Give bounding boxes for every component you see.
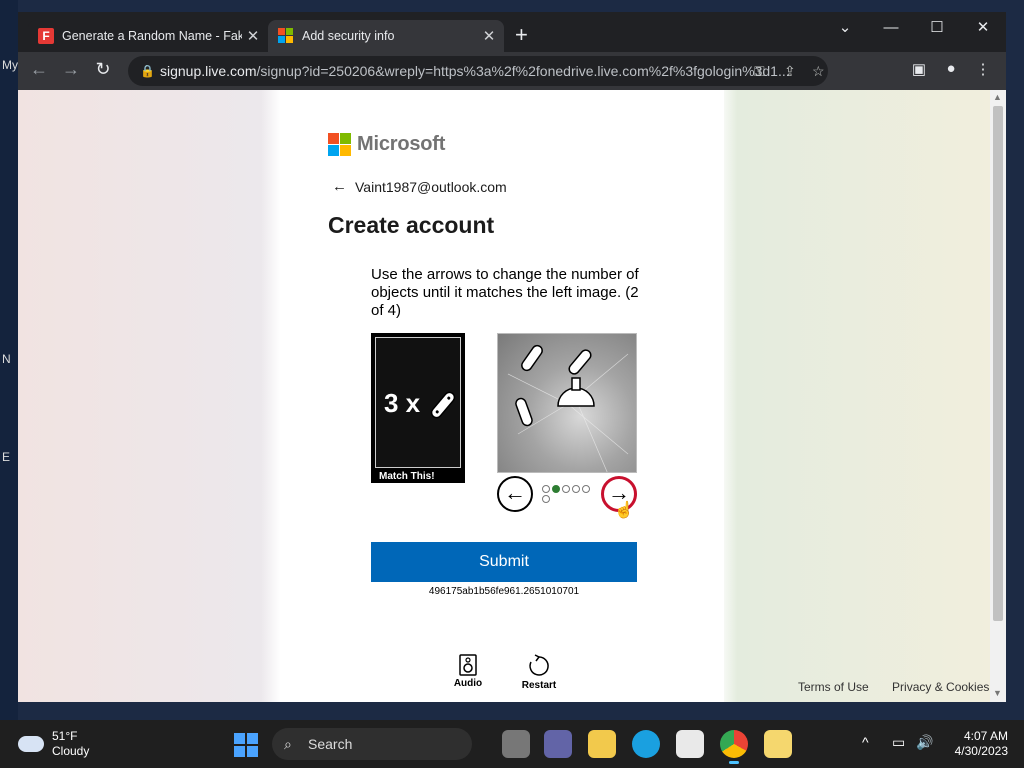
close-window-button[interactable]: ✕ [960, 16, 1006, 40]
weather-desc: Cloudy [52, 744, 90, 758]
captcha-puzzle-image [497, 333, 637, 473]
bookmark-star-icon[interactable]: ☆ [812, 56, 825, 86]
desktop-icon-label: My [2, 58, 18, 72]
brand-name: Microsoft [357, 133, 446, 155]
browser-toolbar: ← → ↻ 🔒 signup.live.com/signup?id=250206… [18, 52, 1006, 90]
minimize-button[interactable]: — [868, 16, 914, 40]
desktop-icon-label: E [2, 450, 11, 464]
captcha-instruction: Use the arrows to change the number of o… [371, 266, 639, 319]
close-tab-icon[interactable]: ✕ [478, 27, 500, 45]
captcha-reference-image: 3 x Match This! [371, 333, 465, 483]
maximize-button[interactable]: ☐ [914, 16, 960, 40]
key-icon[interactable]: ⚿ [754, 56, 765, 86]
scroll-down-icon[interactable]: ▼ [993, 688, 1002, 698]
show-hidden-icons-icon[interactable]: ^ [862, 734, 869, 750]
progress-dot [582, 485, 590, 493]
forward-button[interactable]: → [58, 59, 84, 80]
restart-label: Restart [521, 680, 557, 691]
progress-dot [542, 485, 550, 493]
tab-security-info[interactable]: Add security info ✕ [268, 20, 504, 52]
microsoft-favicon-icon [278, 28, 294, 44]
edge-icon[interactable] [632, 730, 660, 758]
teams-chat-icon[interactable] [544, 730, 572, 758]
footer-links: Terms of Use Privacy & Cookies [798, 680, 990, 694]
audio-button[interactable]: Audio [452, 654, 484, 689]
chrome-icon[interactable] [720, 730, 748, 764]
clock-date: 4/30/2023 [954, 744, 1008, 758]
match-this-label: Match This! [379, 471, 435, 482]
desktop-icon-label: N [2, 352, 11, 366]
close-tab-icon[interactable]: ✕ [242, 27, 264, 45]
browser-window: F Generate a Random Name - Fake ✕ Add se… [18, 12, 1006, 702]
hand-cursor-icon: ☝ [614, 502, 634, 519]
lock-icon: 🔒 [140, 64, 155, 78]
task-view-icon[interactable] [502, 730, 530, 758]
reload-button[interactable]: ↻ [90, 59, 116, 80]
microsoft-store-icon[interactable] [676, 730, 704, 758]
desktop-background: My N E [0, 0, 18, 720]
volume-icon[interactable]: 🔊 [916, 734, 933, 751]
cloud-icon [18, 736, 44, 752]
microsoft-logo: Microsoft [328, 133, 445, 156]
clock[interactable]: 4:07 AM 4/30/2023 [942, 729, 1008, 759]
privacy-link[interactable]: Privacy & Cookies [892, 680, 989, 694]
taskbar-search[interactable]: ⌕ Search [272, 728, 472, 760]
back-to-email-link[interactable]: ← Vaint1987@outlook.com [332, 178, 507, 195]
weather-temp: 51°F [52, 729, 78, 743]
fakename-favicon-icon: F [38, 28, 54, 44]
share-icon[interactable]: ⇪ [784, 56, 796, 86]
back-button[interactable]: ← [26, 59, 52, 80]
skateboard-objects-icon [507, 344, 629, 472]
skateboard-icon [430, 391, 456, 419]
clock-time: 4:07 AM [963, 729, 1008, 743]
taskbar: 51°F Cloudy ⌕ Search ^ ▭ 🔊 4:07 AM 4/30/… [0, 720, 1024, 768]
scroll-thumb[interactable] [993, 106, 1003, 621]
page-viewport: Microsoft ← Vaint1987@outlook.com Create… [18, 90, 990, 702]
profile-icon[interactable]: ● [940, 60, 962, 77]
signup-card: Microsoft ← Vaint1987@outlook.com Create… [284, 90, 724, 702]
new-tab-button[interactable]: + [515, 24, 528, 46]
weather-widget[interactable]: 51°F Cloudy [18, 729, 89, 759]
side-panel-icon[interactable]: ▣ [908, 60, 930, 78]
tab-fake-name[interactable]: F Generate a Random Name - Fake ✕ [28, 20, 268, 52]
scroll-up-icon[interactable]: ▲ [993, 92, 1002, 102]
search-label: Search [308, 736, 353, 752]
start-windows-icon[interactable] [234, 733, 258, 757]
tab-search-icon[interactable]: ⌄ [822, 16, 868, 40]
progress-dot [572, 485, 580, 493]
address-bar[interactable]: 🔒 signup.live.com/signup?id=250206&wrepl… [128, 56, 828, 86]
previous-arrow-button[interactable]: ← [497, 476, 533, 512]
url-host: signup.live.com [160, 63, 257, 79]
tab-strip: F Generate a Random Name - Fake ✕ Add se… [18, 12, 1006, 52]
speaker-icon [459, 654, 477, 676]
audio-label: Audio [453, 678, 483, 689]
page-title: Create account [328, 212, 495, 238]
account-email: Vaint1987@outlook.com [355, 178, 507, 195]
restart-button[interactable]: Restart [518, 654, 560, 691]
page-scrollbar[interactable]: ▲ ▼ [990, 90, 1006, 702]
back-arrow-icon: ← [332, 178, 347, 195]
network-icon[interactable]: ▭ [892, 734, 905, 751]
search-icon: ⌕ [284, 736, 292, 752]
menu-kebab-icon[interactable]: ⋮ [972, 60, 994, 78]
progress-dot [542, 495, 550, 503]
restart-icon [529, 654, 549, 676]
reference-count: 3 x [384, 388, 421, 418]
submit-button[interactable]: Submit [371, 542, 637, 582]
microsoft-logo-icon [328, 133, 351, 156]
url-path: /signup?id=250206&wreply=https%3a%2f%2fo… [256, 63, 790, 79]
tab-title: Generate a Random Name - Fake [62, 29, 242, 43]
progress-dot [562, 485, 570, 493]
notes-app-icon[interactable] [764, 730, 792, 758]
terms-of-use-link[interactable]: Terms of Use [798, 680, 869, 694]
captcha-progress-dots [542, 485, 590, 493]
captcha-session-id: 496175ab1b56fe961.2651010701 [428, 586, 580, 597]
tab-title: Add security info [302, 29, 395, 43]
file-explorer-icon[interactable] [588, 730, 616, 758]
progress-dot-active [552, 485, 560, 493]
